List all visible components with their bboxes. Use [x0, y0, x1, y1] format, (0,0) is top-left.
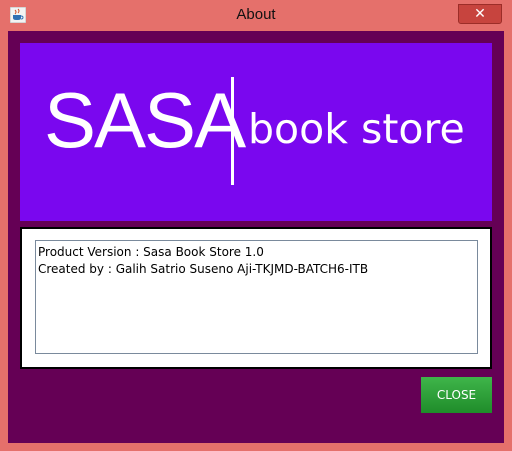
logo-divider: [231, 77, 234, 185]
logo-secondary-text: book store: [248, 105, 465, 153]
info-text-area[interactable]: Product Version : Sasa Book Store 1.0 Cre…: [35, 240, 478, 354]
logo-banner: SASA book store: [20, 43, 492, 221]
window-title: About: [236, 6, 276, 23]
close-icon: ✕: [474, 6, 486, 22]
close-button[interactable]: CLOSE: [421, 377, 492, 413]
product-version-line: Product Version : Sasa Book Store 1.0: [38, 245, 264, 259]
window-close-button[interactable]: ✕: [458, 4, 502, 24]
content-panel: SASA book store Product Version : Sasa B…: [8, 31, 504, 443]
about-window: About ✕ SASA book store Product Version …: [0, 0, 512, 451]
logo-primary-text: SASA: [44, 76, 246, 164]
created-by-line: Created by : Galih Satrio Suseno Aji-TKJ…: [38, 262, 369, 276]
info-panel: Product Version : Sasa Book Store 1.0 Cre…: [20, 227, 492, 369]
title-bar[interactable]: About ✕: [0, 0, 512, 30]
